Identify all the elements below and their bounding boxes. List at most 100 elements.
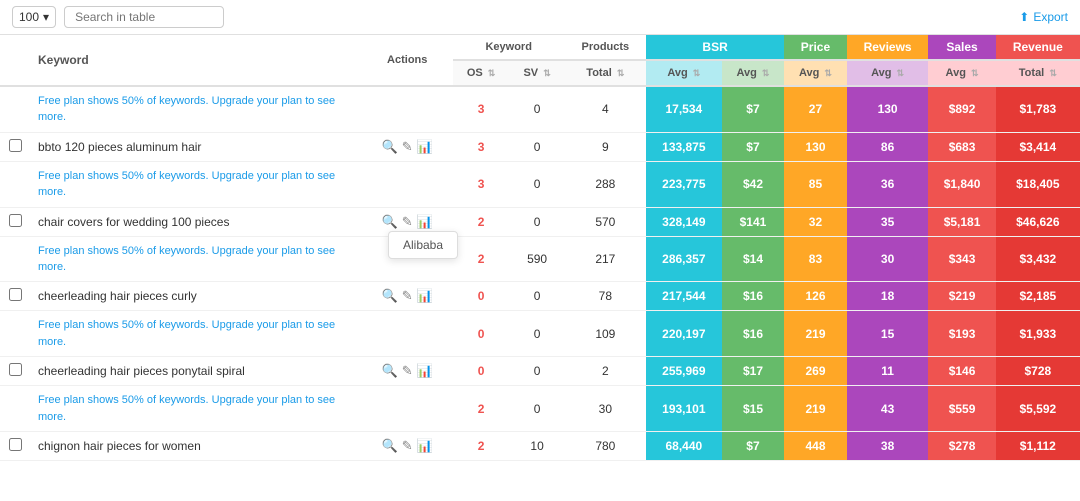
revenue-avg-sort-icon[interactable]: ⇅ <box>971 68 979 78</box>
total-cell: 2 <box>565 357 646 386</box>
actions-cell <box>362 161 453 207</box>
sv-cell: 0 <box>509 132 564 161</box>
reviews-avg-value: 219 <box>805 402 825 416</box>
row-checkbox[interactable] <box>9 139 22 152</box>
revenue-avg-value: $219 <box>949 289 976 303</box>
bsr-avg-cell: 17,534 <box>646 86 722 132</box>
price-avg-value: $14 <box>743 252 763 266</box>
sv-cell: 590 <box>509 236 564 282</box>
table-body: Free plan shows 50% of keywords. Upgrade… <box>0 86 1080 460</box>
group-header-row: Keyword Actions Keyword Products BSR Pri… <box>0 35 1080 60</box>
os-value: 3 <box>478 140 485 154</box>
search-icon[interactable]: 🔍 <box>382 214 398 230</box>
revenue-avg-value: $559 <box>949 402 976 416</box>
keyword-cell: cheerleading hair pieces ponytail spiral <box>30 357 362 386</box>
chart-icon[interactable]: 📊 <box>417 139 433 155</box>
revenue-avg-cell: $5,181 <box>928 207 995 236</box>
sales-avg-value: 15 <box>881 327 894 341</box>
table-row: bbto 120 pieces aluminum hair🔍✎📊309133,8… <box>0 132 1080 161</box>
price-avg-sort-icon[interactable]: ⇅ <box>762 68 770 78</box>
export-button[interactable]: ⬆ Export <box>1019 10 1068 24</box>
actions-cell <box>362 86 453 132</box>
bsr-avg-cell: 328,149 <box>646 207 722 236</box>
total-cell: 30 <box>565 386 646 432</box>
row-checkbox-cell <box>0 207 30 236</box>
search-input[interactable] <box>64 6 224 28</box>
chart-icon[interactable]: 📊 <box>417 438 433 454</box>
total-sort-icon[interactable]: ⇅ <box>617 68 625 78</box>
keyword-link[interactable]: Free plan shows 50% of keywords. Upgrade… <box>38 245 335 273</box>
bsr-avg-value: 328,149 <box>662 215 705 229</box>
keyword-text: cheerleading hair pieces curly <box>38 289 197 303</box>
total-cell: 570 <box>565 207 646 236</box>
table-row: cheerleading hair pieces curly🔍✎📊0078217… <box>0 282 1080 311</box>
keyword-link[interactable]: Free plan shows 50% of keywords. Upgrade… <box>38 170 335 198</box>
main-table: Keyword Actions Keyword Products BSR Pri… <box>0 35 1080 461</box>
bsr-avg-cell: 223,775 <box>646 161 722 207</box>
total-value: 4 <box>602 102 609 116</box>
revenue-total-sort-icon[interactable]: ⇅ <box>1049 68 1057 78</box>
edit-icon[interactable]: ✎ <box>402 438 413 454</box>
chart-icon[interactable]: 📊 <box>417 363 433 379</box>
edit-icon[interactable]: ✎ <box>402 363 413 379</box>
table-row: chignon hair pieces for women🔍✎📊21078068… <box>0 431 1080 460</box>
edit-icon[interactable]: ✎ <box>402 139 413 155</box>
price-avg-cell: $14 <box>722 236 785 282</box>
reviews-avg-value: 27 <box>809 102 822 116</box>
reviews-avg-value: 219 <box>805 327 825 341</box>
keyword-link[interactable]: Free plan shows 50% of keywords. Upgrade… <box>38 95 335 123</box>
reviews-avg-sort-icon[interactable]: ⇅ <box>824 68 832 78</box>
sv-sort-icon[interactable]: ⇅ <box>543 68 551 78</box>
total-cell: 4 <box>565 86 646 132</box>
chart-icon[interactable]: 📊 <box>417 288 433 304</box>
revenue-total-value: $18,405 <box>1016 177 1059 191</box>
os-cell: 0 <box>453 311 510 357</box>
total-cell: 780 <box>565 431 646 460</box>
sales-avg-value: 18 <box>881 289 894 303</box>
os-cell: 2 <box>453 207 510 236</box>
chart-icon[interactable]: 📊 <box>417 214 433 230</box>
bsr-avg-value: 217,544 <box>662 289 705 303</box>
reviews-avg-value: 126 <box>805 289 825 303</box>
os-value: 0 <box>478 327 485 341</box>
total-cell: 288 <box>565 161 646 207</box>
revenue-avg-value: $343 <box>949 252 976 266</box>
search-icon[interactable]: 🔍 <box>382 288 398 304</box>
sv-cell: 0 <box>509 161 564 207</box>
row-checkbox[interactable] <box>9 363 22 376</box>
search-icon[interactable]: 🔍 <box>382 363 398 379</box>
search-icon[interactable]: 🔍 <box>382 139 398 155</box>
table-row: Free plan shows 50% of keywords. Upgrade… <box>0 311 1080 357</box>
actions-group-label: Actions <box>387 54 427 66</box>
search-icon[interactable]: 🔍 <box>382 438 398 454</box>
keyword-text: cheerleading hair pieces ponytail spiral <box>38 364 245 378</box>
sv-cell: 0 <box>509 207 564 236</box>
sales-avg-sort-icon[interactable]: ⇅ <box>897 68 905 78</box>
row-checkbox[interactable] <box>9 438 22 451</box>
revenue-total-cell: $728 <box>996 357 1080 386</box>
keyword-cell: Free plan shows 50% of keywords. Upgrade… <box>30 311 362 357</box>
os-sort-icon[interactable]: ⇅ <box>488 68 496 78</box>
sales-avg-value: 130 <box>878 102 898 116</box>
revenue-avg-cell: $219 <box>928 282 995 311</box>
export-icon: ⬆ <box>1019 10 1029 24</box>
page-size-select[interactable]: 100 ▾ <box>12 6 56 28</box>
keyword-group-header: Keyword <box>30 35 362 86</box>
bsr-avg-sort-icon[interactable]: ⇅ <box>693 68 701 78</box>
os-value: 3 <box>478 102 485 116</box>
keyword-link[interactable]: Free plan shows 50% of keywords. Upgrade… <box>38 394 335 422</box>
sv-value: 0 <box>534 177 541 191</box>
revenue-avg-value: $278 <box>949 439 976 453</box>
keyword-text: chair covers for wedding 100 pieces <box>38 215 229 229</box>
total-header: Total ⇅ <box>565 60 646 86</box>
row-checkbox[interactable] <box>9 288 22 301</box>
edit-icon[interactable]: ✎ <box>402 214 413 230</box>
row-checkbox-cell <box>0 357 30 386</box>
revenue-total-value: $5,592 <box>1019 402 1056 416</box>
keyword-link[interactable]: Free plan shows 50% of keywords. Upgrade… <box>38 319 335 347</box>
revenue-avg-cell: $1,840 <box>928 161 995 207</box>
os-value: 2 <box>478 402 485 416</box>
tooltip-text: Alibaba <box>403 238 443 252</box>
edit-icon[interactable]: ✎ <box>402 288 413 304</box>
row-checkbox[interactable] <box>9 214 22 227</box>
